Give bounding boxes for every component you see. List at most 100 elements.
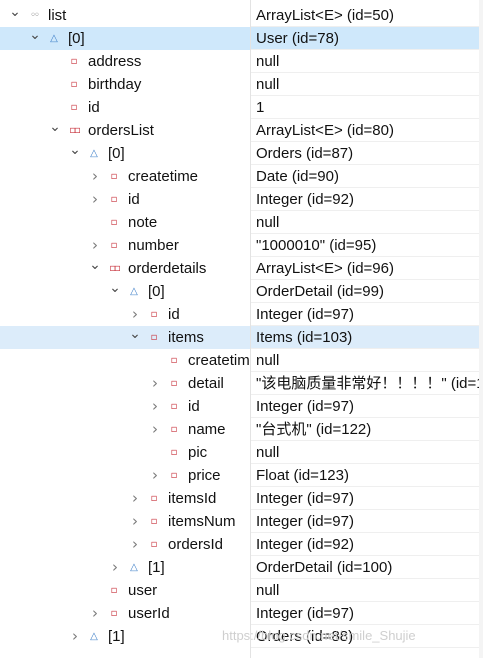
variable-name-cell[interactable]: › ▫ itemsNum: [0, 510, 250, 533]
variable-value[interactable]: null: [251, 579, 483, 602]
variable-name-cell[interactable]: › ▫ ordersId: [0, 533, 250, 556]
chevron-right-icon[interactable]: ›: [68, 625, 82, 648]
variable-name-cell[interactable]: › ▫ number: [0, 234, 250, 257]
variable-name-cell[interactable]: ▫ address: [0, 50, 250, 73]
chevron-right-icon[interactable]: ›: [88, 165, 102, 188]
variable-name-cell[interactable]: ⌄ ▫▫ ordersList: [0, 119, 250, 142]
tree-row[interactable]: › ▫ number "1000010" (id=95): [0, 234, 483, 257]
chevron-down-icon[interactable]: ⌄: [108, 280, 122, 303]
tree-row[interactable]: ▫ user null: [0, 579, 483, 602]
variable-value[interactable]: Integer (id=92): [251, 533, 483, 556]
tree-row[interactable]: ⌄ △ [0] OrderDetail (id=99): [0, 280, 483, 303]
chevron-down-icon[interactable]: ⌄: [28, 27, 42, 50]
variable-name-cell[interactable]: ▫ note: [0, 211, 250, 234]
chevron-right-icon[interactable]: ›: [128, 303, 142, 326]
variable-name-cell[interactable]: › ▫ price: [0, 464, 250, 487]
vertical-scrollbar[interactable]: [479, 0, 483, 658]
variable-value[interactable]: Integer (id=97): [251, 510, 483, 533]
chevron-right-icon[interactable]: ›: [148, 395, 162, 418]
chevron-right-icon[interactable]: ›: [128, 533, 142, 556]
variable-value[interactable]: Integer (id=97): [251, 602, 483, 625]
tree-row[interactable]: ▫ id 1: [0, 96, 483, 119]
tree-row[interactable]: ⌄ ▫ items Items (id=103): [0, 326, 483, 349]
chevron-right-icon[interactable]: ›: [88, 234, 102, 257]
chevron-right-icon[interactable]: ›: [128, 510, 142, 533]
variable-name-cell[interactable]: ⌄ △ [0]: [0, 280, 250, 303]
tree-row[interactable]: › ▫ userId Integer (id=97): [0, 602, 483, 625]
variable-name-cell[interactable]: ⌄ △ [0]: [0, 27, 250, 50]
tree-row[interactable]: › ▫ id Integer (id=97): [0, 303, 483, 326]
variable-value[interactable]: Orders (id=88): [251, 625, 483, 648]
variable-value[interactable]: Integer (id=97): [251, 487, 483, 510]
variable-value[interactable]: Items (id=103): [251, 326, 483, 349]
variable-name-cell[interactable]: › ▫ detail: [0, 372, 250, 395]
chevron-down-icon[interactable]: ⌄: [128, 326, 142, 349]
chevron-right-icon[interactable]: ›: [88, 188, 102, 211]
tree-row[interactable]: › ▫ name "台式机" (id=122): [0, 418, 483, 441]
variable-name-cell[interactable]: ▫ id: [0, 96, 250, 119]
tree-row[interactable]: › ▫ itemsId Integer (id=97): [0, 487, 483, 510]
variable-value[interactable]: Integer (id=97): [251, 395, 483, 418]
tree-row[interactable]: ▫ createtimenull: [0, 349, 483, 372]
variable-value[interactable]: 1: [251, 96, 483, 119]
variable-value[interactable]: "该电脑质量非常好！！！！" (id=121): [251, 372, 483, 395]
variable-value[interactable]: "1000010" (id=95): [251, 234, 483, 257]
variable-value[interactable]: OrderDetail (id=99): [251, 280, 483, 303]
variable-name-cell[interactable]: › ▫ createtime: [0, 165, 250, 188]
tree-row[interactable]: ⌄ ▫▫ ordersList ArrayList<E> (id=80): [0, 119, 483, 142]
variable-name-cell[interactable]: ▫ createtime: [0, 349, 250, 372]
variable-value[interactable]: Integer (id=92): [251, 188, 483, 211]
variable-value[interactable]: OrderDetail (id=100): [251, 556, 483, 579]
variable-name-cell[interactable]: › ▫ itemsId: [0, 487, 250, 510]
tree-row[interactable]: ▫ address null: [0, 50, 483, 73]
variable-name-cell[interactable]: › ▫ userId: [0, 602, 250, 625]
tree-row[interactable]: › ▫ createtime Date (id=90): [0, 165, 483, 188]
chevron-right-icon[interactable]: ›: [128, 487, 142, 510]
variable-name-cell[interactable]: ⌄ ◦◦ list: [0, 4, 250, 27]
tree-row[interactable]: ▫ note null: [0, 211, 483, 234]
tree-row[interactable]: ▫ pic null: [0, 441, 483, 464]
variable-name-cell[interactable]: › △ [1]: [0, 625, 250, 648]
tree-row[interactable]: ⌄ ▫▫ orderdetails ArrayList<E> (id=96): [0, 257, 483, 280]
variable-value[interactable]: null: [251, 50, 483, 73]
column-separator[interactable]: [250, 0, 251, 658]
variable-value[interactable]: ArrayList<E> (id=96): [251, 257, 483, 280]
variable-name-cell[interactable]: › ▫ id: [0, 303, 250, 326]
tree-row[interactable]: › ▫ detail "该电脑质量非常好！！！！" (id=121): [0, 372, 483, 395]
variable-name-cell[interactable]: ⌄ ▫▫ orderdetails: [0, 257, 250, 280]
variable-name-cell[interactable]: › ▫ id: [0, 395, 250, 418]
variable-name-cell[interactable]: ⌄ △ [0]: [0, 142, 250, 165]
tree-row[interactable]: ⌄ ◦◦ list ArrayList<E> (id=50): [0, 4, 483, 27]
variable-name-cell[interactable]: ▫ birthday: [0, 73, 250, 96]
variable-value[interactable]: ArrayList<E> (id=50): [251, 4, 483, 27]
variable-value[interactable]: null: [251, 73, 483, 96]
chevron-right-icon[interactable]: ›: [148, 464, 162, 487]
variable-value[interactable]: Date (id=90): [251, 165, 483, 188]
variable-name-cell[interactable]: › ▫ name: [0, 418, 250, 441]
tree-row[interactable]: ⌄ △ [0] User (id=78): [0, 27, 483, 50]
chevron-down-icon[interactable]: ⌄: [88, 257, 102, 280]
variable-value[interactable]: Float (id=123): [251, 464, 483, 487]
variable-value[interactable]: Orders (id=87): [251, 142, 483, 165]
variable-name-cell[interactable]: › ▫ id: [0, 188, 250, 211]
tree-row[interactable]: ▫ birthday null: [0, 73, 483, 96]
chevron-down-icon[interactable]: ⌄: [8, 4, 22, 27]
variable-value[interactable]: null: [251, 349, 483, 372]
chevron-right-icon[interactable]: ›: [108, 556, 122, 579]
variable-value[interactable]: User (id=78): [251, 27, 483, 50]
tree-row[interactable]: › △ [1] Orders (id=88): [0, 625, 483, 648]
variable-value[interactable]: null: [251, 211, 483, 234]
tree-row[interactable]: › ▫ itemsNum Integer (id=97): [0, 510, 483, 533]
chevron-right-icon[interactable]: ›: [148, 372, 162, 395]
variable-value[interactable]: null: [251, 441, 483, 464]
tree-row[interactable]: › △ [1] OrderDetail (id=100): [0, 556, 483, 579]
variable-name-cell[interactable]: › △ [1]: [0, 556, 250, 579]
variable-value[interactable]: "台式机" (id=122): [251, 418, 483, 441]
tree-row[interactable]: › ▫ ordersId Integer (id=92): [0, 533, 483, 556]
variable-value[interactable]: ArrayList<E> (id=80): [251, 119, 483, 142]
tree-row[interactable]: ⌄ △ [0] Orders (id=87): [0, 142, 483, 165]
variable-value[interactable]: Integer (id=97): [251, 303, 483, 326]
variable-name-cell[interactable]: ▫ pic: [0, 441, 250, 464]
tree-row[interactable]: › ▫ id Integer (id=97): [0, 395, 483, 418]
tree-row[interactable]: › ▫ id Integer (id=92): [0, 188, 483, 211]
